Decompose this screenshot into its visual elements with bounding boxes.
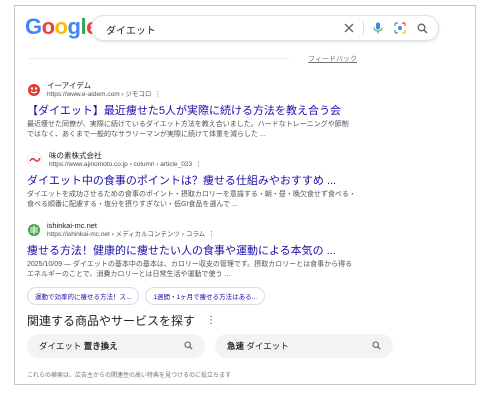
search-icon (372, 340, 381, 352)
more-options-icon[interactable]: ⋮ (206, 315, 216, 326)
related-search-item[interactable]: 急速 ダイエット (215, 334, 393, 358)
related-bold: 急速 (227, 341, 245, 351)
related-bold: 置き換え (83, 341, 118, 351)
logo-letter: o (54, 14, 68, 39)
search-input[interactable]: ダイエット (106, 22, 156, 37)
result-snippet: 最近痩せた同僚が、実際に続けているダイエット方法を教え合いました。ハードなトレー… (27, 120, 357, 141)
search-result: 味の素株式会社 https://www.ajinomoto.co.jp › co… (27, 151, 357, 211)
logo-letter: o (41, 14, 55, 39)
result-title-link[interactable]: ダイエット中の食事のポイントは？痩せる仕組みやおすすめ ... (27, 172, 357, 188)
search-result: イーアイデム https://www.e-aidem.com › ジモコロ ⋮ 【… (27, 81, 357, 141)
more-options-icon[interactable]: ⋮ (195, 161, 202, 168)
result-source: 味の素株式会社 https://www.ajinomoto.co.jp › co… (49, 151, 202, 169)
snippet-line: 2025/10/09 — ダイエットの基本中の基本は、カロリー収支の管理です。摂… (27, 260, 353, 268)
logo-letter: g (67, 14, 81, 39)
related-search-text: 急速 ダイエット (227, 340, 289, 352)
more-options-icon[interactable]: ⋮ (154, 91, 161, 98)
lens-icon[interactable] (392, 20, 408, 36)
result-url-text: https://www.e-aidem.com › ジモコロ (47, 90, 152, 98)
result-snippet: ダイエットを成功させるための食事のポイント・摂取カロリーを意識する・朝・昼・晩欠… (27, 190, 357, 211)
result-title-link[interactable]: 痩せる方法！健康的に痩せたい人の食事や運動による本気の ... (27, 242, 357, 258)
logo-letter: G (25, 14, 42, 39)
e-aidem-favicon-icon (27, 83, 41, 98)
result-site[interactable]: 味の素株式会社 https://www.ajinomoto.co.jp › co… (27, 151, 357, 169)
snippet-line: ではなく、あくまで一般的なサラリーマンが実際に続けて体重を減らした ... (27, 131, 266, 139)
sitelink-chip[interactable]: 1週間・1ヶ月で痩せる方法はある... (145, 286, 266, 305)
header: Google ダイエット (15, 6, 475, 50)
related-plain: ダイエット (39, 341, 82, 351)
result-url-text: https://www.ajinomoto.co.jp › column › a… (49, 160, 193, 168)
snippet-line: 最近痩せた同僚が、実際に続けているダイエット方法を教え合いました。ハードなトレー… (27, 120, 349, 128)
result-site-name: ishinkai-mc.net (47, 221, 98, 230)
related-title: 関連する商品やサービスを探す (27, 314, 196, 328)
result-url: https://www.e-aidem.com › ジモコロ ⋮ (47, 91, 161, 99)
related-search-item[interactable]: ダイエット 置き換え (27, 334, 205, 358)
result-url-text: https://ishinkai-mc.net › メディカルコンテンツ › コ… (47, 230, 206, 238)
result-title-link[interactable]: 【ダイエット】最近痩せた5人が実際に続ける方法を教え合う会 (27, 102, 357, 118)
search-box[interactable]: ダイエット (91, 15, 439, 41)
microphone-icon[interactable] (370, 20, 386, 36)
more-options-icon[interactable]: ⋮ (208, 231, 215, 238)
search-result: ishinkai-mc.net https://ishinkai-mc.net … (27, 221, 357, 305)
sitelink-chip[interactable]: 運動で効率的に痩せる方法！ス... (27, 286, 140, 305)
related-searches: ダイエット 置き換え 急速 ダイエット (27, 334, 393, 358)
snippet-line: エネルギーのことで、消費カロリーとは日常生活や運動で使う ... (27, 271, 231, 279)
google-logo[interactable]: Google (25, 14, 98, 40)
sitelink-chips: 運動で効率的に痩せる方法！ス... 1週間・1ヶ月で痩せる方法はある... (27, 286, 357, 305)
related-section-heading: 関連する商品やサービスを探す ⋮ (27, 312, 216, 329)
result-url: https://www.ajinomoto.co.jp › column › a… (49, 161, 202, 169)
related-footnote: これらの検索は、広告主からの関連性の高い特典を見つけるのに役立ちます (27, 373, 232, 379)
clear-icon[interactable] (341, 20, 357, 36)
related-search-text: ダイエット 置き換え (39, 340, 118, 352)
search-results-page: Google ダイエット フィードバック (14, 5, 476, 385)
result-site-name: イーアイデム (47, 81, 92, 90)
search-icon[interactable] (414, 20, 430, 36)
result-source: イーアイデム https://www.e-aidem.com › ジモコロ ⋮ (47, 81, 161, 99)
related-plain: ダイエット (246, 341, 289, 351)
search-box-actions (341, 20, 430, 36)
result-site-name: 味の素株式会社 (49, 151, 102, 160)
result-snippet: 2025/10/09 — ダイエットの基本中の基本は、カロリー収支の管理です。摂… (27, 260, 357, 281)
divider (29, 58, 289, 59)
ajinomoto-favicon-icon (27, 152, 43, 169)
result-source: ishinkai-mc.net https://ishinkai-mc.net … (47, 221, 215, 239)
search-icon (184, 340, 193, 352)
ishinkai-favicon-icon (27, 223, 41, 238)
result-site[interactable]: イーアイデム https://www.e-aidem.com › ジモコロ ⋮ (27, 81, 357, 99)
divider (363, 21, 364, 35)
snippet-line: 食べる順番に配慮する・塩分を摂りすぎない・低GI食品を選んで ... (27, 201, 238, 209)
snippet-line: ダイエットを成功させるための食事のポイント・摂取カロリーを意識する・朝・昼・晩欠… (27, 190, 356, 198)
result-site[interactable]: ishinkai-mc.net https://ishinkai-mc.net … (27, 221, 357, 239)
feedback-link[interactable]: フィードバック (308, 54, 357, 64)
result-url: https://ishinkai-mc.net › メディカルコンテンツ › コ… (47, 231, 215, 239)
